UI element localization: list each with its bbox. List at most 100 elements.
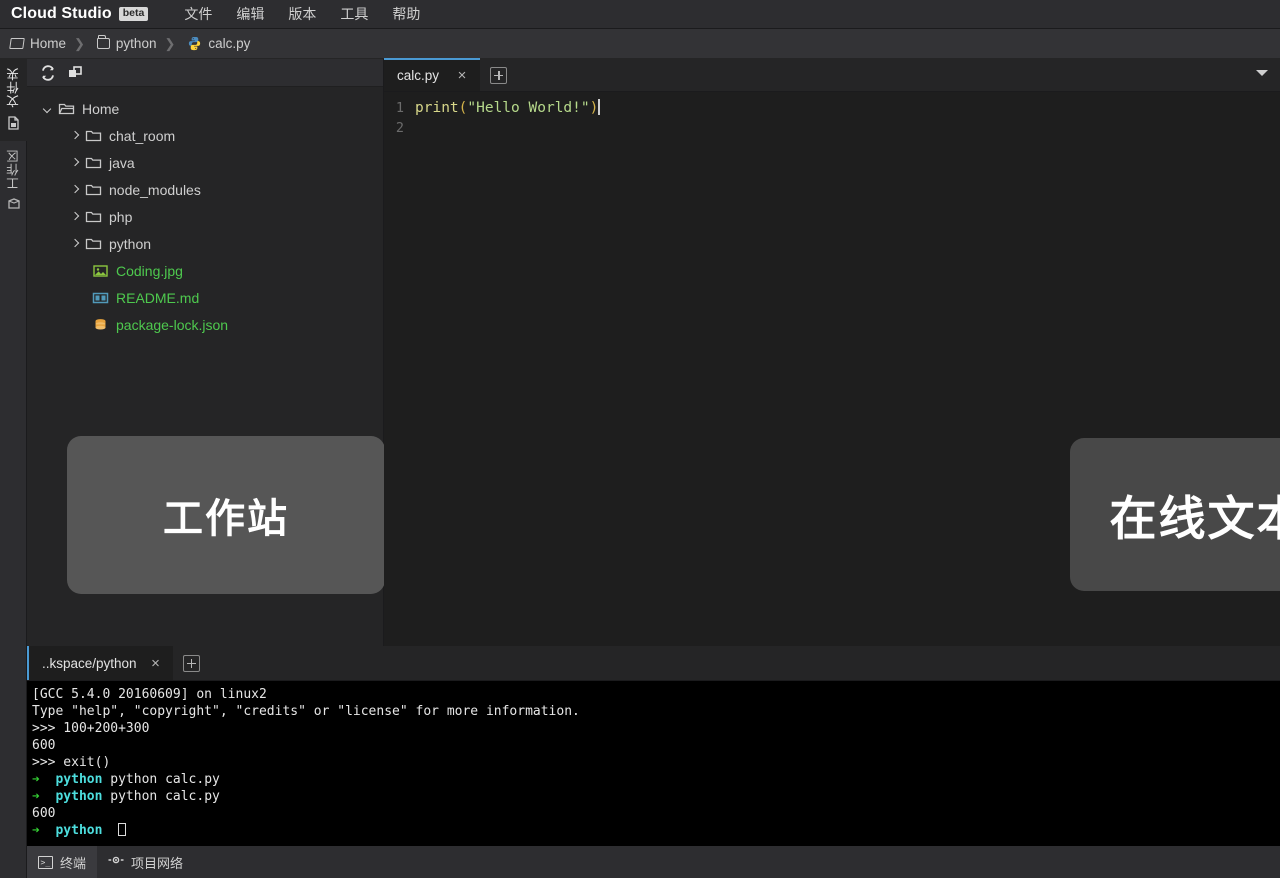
terminal-text: python calc.py	[102, 789, 219, 804]
menu-item-file[interactable]: 文件	[172, 0, 224, 28]
breadcrumb-item-home[interactable]: Home	[0, 36, 72, 51]
prompt-arrow-icon: ➔	[32, 789, 48, 804]
chevron-right-icon[interactable]	[67, 209, 83, 225]
new-terminal-button[interactable]	[183, 655, 200, 672]
file-tree: Home chat_room java	[27, 87, 383, 338]
breadcrumb-label: python	[116, 36, 157, 51]
files-icon	[6, 115, 22, 131]
menu-item-tools[interactable]: 工具	[328, 0, 380, 28]
folder-icon	[85, 236, 102, 252]
tab-label: calc.py	[397, 68, 439, 83]
tree-item-java[interactable]: java	[27, 149, 383, 176]
terminal-line: >>> exit()	[32, 754, 1280, 771]
code-editor[interactable]: 1 print("Hello World!") 2	[384, 92, 1280, 138]
terminal-line: 600	[32, 737, 1280, 754]
terminal-panel: ..kspace/python × [GCC 5.4.0 20160609] o…	[27, 646, 1280, 846]
terminal-cursor	[118, 823, 126, 836]
beta-badge: beta	[119, 7, 149, 21]
menu-item-help[interactable]: 帮助	[380, 0, 432, 28]
activity-bar: 文件夹 工作区	[0, 59, 27, 878]
tree-item-home[interactable]: Home	[27, 95, 383, 122]
status-item-project-network[interactable]: 项目网络	[97, 846, 194, 878]
terminal-text	[102, 823, 118, 838]
cloud-studio-window: Cloud Studio beta 文件 编辑 版本 工具 帮助 Home ❯ …	[0, 0, 1280, 878]
terminal-cwd: python	[48, 823, 103, 838]
terminal-line: Type "help", "copyright", "credits" or "…	[32, 703, 1280, 720]
tree-item-node-modules[interactable]: node_modules	[27, 176, 383, 203]
activity-group-workspace[interactable]: 工作区	[0, 141, 27, 223]
callout-online-text-editor: 在线文本编辑器	[1070, 438, 1280, 591]
refresh-icon[interactable]	[40, 65, 56, 81]
terminal-line: 600	[32, 805, 1280, 822]
chevron-right-icon[interactable]	[67, 128, 83, 144]
folder-icon	[85, 209, 102, 225]
code-token: )	[590, 100, 599, 116]
workspace-icon	[6, 196, 22, 212]
menu-bar: Cloud Studio beta 文件 编辑 版本 工具 帮助	[0, 0, 1280, 29]
tree-item-label: README.md	[116, 290, 199, 306]
terminal-cwd: python	[48, 772, 103, 787]
folder-icon	[85, 182, 102, 198]
status-bar: >_ 终端 项目网络	[27, 846, 1280, 878]
chevron-right-icon[interactable]	[67, 236, 83, 252]
menu-item-edit[interactable]: 编辑	[224, 0, 276, 28]
activity-label-files: 文件夹	[4, 67, 23, 108]
tree-item-php[interactable]: php	[27, 203, 383, 230]
breadcrumb: Home ❯ python ❯ calc.py	[0, 29, 1280, 59]
code-token: "Hello World!"	[467, 100, 589, 116]
tree-item-readme-md[interactable]: README.md	[27, 284, 383, 311]
tree-item-coding-jpg[interactable]: Coding.jpg	[27, 257, 383, 284]
folder-open-icon	[9, 38, 25, 49]
collapse-all-icon[interactable]	[67, 65, 83, 81]
chevron-right-icon[interactable]	[67, 182, 83, 198]
tab-label: ..kspace/python	[42, 656, 137, 671]
folder-icon	[97, 38, 110, 49]
tree-item-label: java	[109, 155, 135, 171]
callout-workstation: 工作站	[67, 436, 385, 594]
prompt-arrow-icon: ➔	[32, 772, 48, 787]
app-title: Cloud Studio	[11, 5, 112, 23]
menu-item-version[interactable]: 版本	[276, 0, 328, 28]
terminal-line: ➔ python	[32, 822, 1280, 839]
folder-icon	[85, 128, 102, 144]
status-item-terminal[interactable]: >_ 终端	[27, 846, 97, 878]
callout-label: 工作站	[163, 486, 289, 544]
tree-item-python[interactable]: python	[27, 230, 383, 257]
tree-item-label: python	[109, 236, 151, 252]
close-icon[interactable]: ×	[455, 68, 469, 83]
terminal-tab-python[interactable]: ..kspace/python ×	[27, 646, 173, 680]
breadcrumb-separator: ❯	[72, 36, 87, 52]
new-tab-button[interactable]	[490, 67, 507, 84]
text-caret	[598, 99, 600, 115]
explorer-panel: Home chat_room java	[27, 59, 384, 646]
terminal-output[interactable]: [GCC 5.4.0 20160609] on linux2 Type "hel…	[27, 681, 1280, 839]
breadcrumb-item-python[interactable]: python	[87, 36, 163, 51]
tree-item-package-lock-json[interactable]: package-lock.json	[27, 311, 383, 338]
tree-item-label: package-lock.json	[116, 317, 228, 333]
editor-tab-bar: calc.py ×	[384, 59, 1280, 92]
terminal-text: >>> exit()	[32, 755, 110, 770]
breadcrumb-label: calc.py	[208, 36, 250, 51]
prompt-arrow-icon: ➔	[32, 823, 48, 838]
line-number: 1	[384, 98, 404, 118]
tree-item-chat-room[interactable]: chat_room	[27, 122, 383, 149]
chevron-down-icon[interactable]	[1256, 70, 1268, 76]
activity-group-files[interactable]: 文件夹	[0, 59, 27, 141]
chevron-down-icon[interactable]	[40, 101, 56, 117]
chevron-right-icon[interactable]	[67, 155, 83, 171]
app-brand: Cloud Studio beta	[0, 5, 148, 23]
tree-item-label: Home	[82, 101, 119, 117]
terminal-line: >>> 100+200+300	[32, 720, 1280, 737]
activity-label-workspace: 工作区	[4, 149, 23, 190]
tab-calc-py[interactable]: calc.py ×	[384, 58, 480, 91]
terminal-text: python calc.py	[102, 772, 219, 787]
close-icon[interactable]: ×	[149, 656, 163, 671]
terminal-line: ➔ python python calc.py	[32, 788, 1280, 805]
terminal-text: Type "help", "copyright", "credits" or "…	[32, 704, 580, 719]
image-file-icon	[92, 263, 109, 279]
terminal-text: 600	[32, 806, 55, 821]
breadcrumb-item-calc-py[interactable]: calc.py	[177, 36, 256, 51]
folder-open-icon	[58, 101, 75, 117]
markdown-file-icon	[92, 290, 109, 306]
terminal-text: 600	[32, 738, 55, 753]
